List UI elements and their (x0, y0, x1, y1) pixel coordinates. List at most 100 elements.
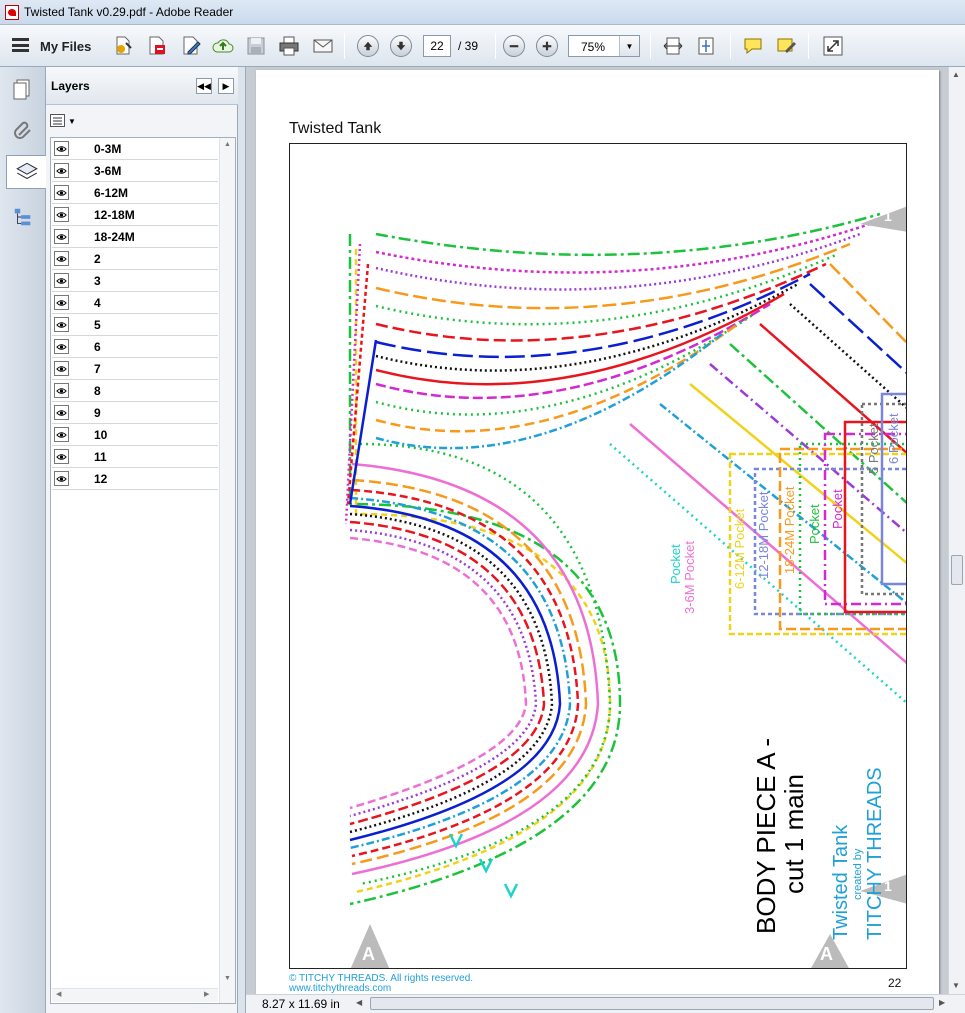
title-bar: Twisted Tank v0.29.pdf - Adobe Reader (0, 0, 965, 25)
horizontal-scroll-thumb[interactable] (370, 997, 934, 1010)
chevron-down-icon[interactable]: ▼ (619, 36, 639, 56)
scroll-left-icon[interactable]: ◀ (56, 990, 61, 998)
eye-icon[interactable] (54, 405, 69, 420)
layer-name: 6 (94, 340, 101, 354)
collapse-panel-icon[interactable]: ◀◀ (196, 78, 212, 94)
scroll-thumb[interactable] (951, 555, 963, 585)
document-view[interactable]: Twisted Tank 1 1 A A 3-6M Pocket 6-12M P… (246, 67, 948, 994)
eye-icon[interactable] (54, 427, 69, 442)
sewing-pattern: 1 1 A A 3-6M Pocket 6-12M Pocket 12-18M Po… (289, 143, 907, 969)
page-title: Twisted Tank (289, 120, 382, 137)
layer-name: 10 (94, 428, 108, 442)
copyright-website: www.titchythreads.com (289, 983, 392, 994)
layer-name: 9 (94, 406, 101, 420)
eye-icon[interactable] (54, 383, 69, 398)
pocket-label: Pocket (830, 489, 845, 529)
print-icon[interactable] (276, 33, 302, 59)
scroll-right-icon[interactable]: ▶ (204, 990, 209, 998)
menu-icon[interactable] (12, 38, 29, 52)
export-pdf-icon[interactable] (144, 33, 170, 59)
eye-icon[interactable] (54, 229, 69, 244)
layer-name: 18-24M (94, 230, 135, 244)
zoom-in-button[interactable] (536, 35, 558, 57)
layer-row[interactable]: 12-18M (52, 204, 218, 226)
page-thumbnails-icon[interactable] (6, 72, 40, 106)
layers-horizontal-scrollbar[interactable]: ◀ ▶ (52, 988, 218, 1002)
pocket-label: 12-18M Pocket (756, 491, 771, 579)
layer-row[interactable]: 2 (52, 248, 218, 270)
eye-icon[interactable] (54, 295, 69, 310)
layer-options-button[interactable]: ▼ (50, 112, 76, 130)
layer-name: 5 (94, 318, 101, 332)
scroll-down-icon[interactable]: ▼ (224, 975, 231, 982)
layer-row[interactable]: 5 (52, 314, 218, 336)
layer-row[interactable]: 10 (52, 424, 218, 446)
layer-row[interactable]: 18-24M (52, 226, 218, 248)
layer-row[interactable]: 3 (52, 270, 218, 292)
layer-row[interactable]: 9 (52, 402, 218, 424)
layers-icon[interactable] (6, 155, 47, 189)
chevron-down-icon: ▼ (68, 116, 76, 126)
eye-icon[interactable] (54, 141, 69, 156)
bookmarks-tree-icon[interactable] (6, 200, 40, 234)
toolbar-separator (495, 33, 496, 59)
layer-row[interactable]: 4 (52, 292, 218, 314)
cloud-upload-icon[interactable] (210, 33, 236, 59)
scroll-right-icon[interactable]: ▶ (939, 998, 945, 1007)
layer-name: 8 (94, 384, 101, 398)
scroll-left-icon[interactable]: ◀ (356, 998, 362, 1007)
zoom-select[interactable]: 75% ▼ (568, 35, 640, 57)
eye-icon[interactable] (54, 207, 69, 222)
attachments-icon[interactable] (6, 112, 40, 146)
eye-icon[interactable] (54, 471, 69, 486)
scroll-up-icon[interactable]: ▲ (224, 141, 231, 148)
pattern-drawing (344, 206, 906, 968)
panel-splitter[interactable] (238, 67, 246, 1013)
expand-panel-icon[interactable]: ▶ (218, 78, 234, 94)
scroll-up-icon[interactable]: ▲ (952, 70, 960, 79)
layers-vertical-scrollbar[interactable]: ▲ ▼ (219, 138, 235, 1003)
zoom-out-button[interactable] (503, 35, 525, 57)
email-icon[interactable] (310, 33, 336, 59)
layer-row[interactable]: 11 (52, 446, 218, 468)
highlight-icon[interactable] (773, 33, 799, 59)
pocket-label: 18-24M Pocket (782, 486, 797, 574)
layer-row[interactable]: 3-6M (52, 160, 218, 182)
eye-icon[interactable] (54, 339, 69, 354)
full-screen-icon[interactable] (820, 33, 846, 59)
edit-pdf-icon[interactable] (178, 33, 204, 59)
eye-icon[interactable] (54, 163, 69, 178)
document-vertical-scrollbar[interactable]: ▲ ▼ (948, 67, 965, 994)
fit-width-icon[interactable] (660, 33, 686, 59)
layer-row[interactable]: 12 (52, 468, 218, 490)
previous-page-button[interactable] (357, 35, 379, 57)
page-number: 22 (888, 976, 902, 990)
eye-icon[interactable] (54, 449, 69, 464)
pocket-label: 3-6M Pocket (682, 541, 697, 614)
page-size-label: 8.27 x 11.69 in (262, 997, 340, 1011)
eye-icon[interactable] (54, 185, 69, 200)
layer-row[interactable]: 6-12M (52, 182, 218, 204)
eye-icon[interactable] (54, 317, 69, 332)
layer-row[interactable]: 0-3M (52, 138, 218, 160)
scroll-down-icon[interactable]: ▼ (952, 981, 960, 990)
my-files-button[interactable]: My Files (40, 39, 91, 54)
layers-list: ▲ ▼ ◀ ▶ 0-3M 3-6M 6-12M 12-18M 18-24M 2 3 4 5 6 7 8… (50, 137, 236, 1004)
eye-icon[interactable] (54, 273, 69, 288)
save-icon[interactable] (243, 33, 269, 59)
toolbar-separator (730, 33, 731, 59)
fit-page-icon[interactable] (693, 33, 719, 59)
status-bar: 8.27 x 11.69 in ◀ ▶ (246, 994, 965, 1013)
create-pdf-icon[interactable] (110, 33, 136, 59)
page-number-input[interactable]: 22 (423, 35, 451, 57)
layer-row[interactable]: 6 (52, 336, 218, 358)
eye-icon[interactable] (54, 361, 69, 376)
layer-row[interactable]: 8 (52, 380, 218, 402)
corner-marker-left: A (362, 944, 375, 964)
eye-icon[interactable] (54, 251, 69, 266)
layer-name: 0-3M (94, 142, 122, 156)
layer-row[interactable]: 7 (52, 358, 218, 380)
comment-icon[interactable] (740, 33, 766, 59)
next-page-button[interactable] (390, 35, 412, 57)
layer-name: 11 (94, 450, 107, 464)
